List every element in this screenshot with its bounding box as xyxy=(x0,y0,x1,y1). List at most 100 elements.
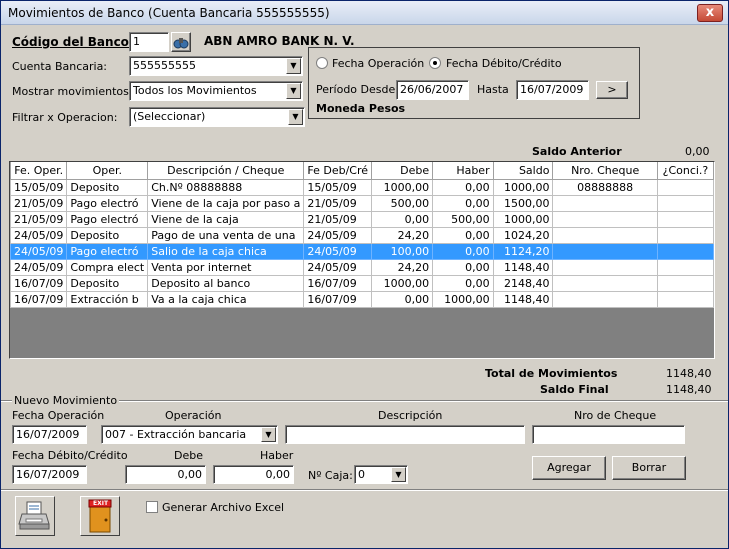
total-movimientos-value: 1148,40 xyxy=(666,367,712,380)
table-cell: 1000,00 xyxy=(492,210,554,228)
column-header[interactable]: Oper. xyxy=(66,162,149,180)
hasta-input[interactable]: 16/07/2009 xyxy=(516,80,589,100)
debe-label: Debe xyxy=(174,449,203,462)
cuenta-select[interactable]: 555555555 ▼ xyxy=(129,56,303,76)
column-header[interactable]: Saldo xyxy=(492,162,554,180)
mostrar-value: Todos los Movimientos xyxy=(133,84,257,97)
table-cell: 0,00 xyxy=(432,194,494,212)
table-cell: 24,20 xyxy=(371,226,434,244)
agregar-button[interactable]: Agregar xyxy=(532,456,606,480)
cuenta-label: Cuenta Bancaria: xyxy=(12,60,108,73)
table-cell: 24/05/09 xyxy=(303,242,373,260)
fecha-deb-input[interactable]: 16/07/2009 xyxy=(12,465,87,484)
descripcion-input[interactable] xyxy=(285,425,525,444)
table-row[interactable]: 21/05/09 Pago electró Viene de la caja por… xyxy=(10,194,714,212)
mostrar-label: Mostrar movimientos: xyxy=(12,85,133,98)
table-row[interactable]: 15/05/09 Deposito Ch.Nº 08888888 15/05/09 10… xyxy=(10,178,714,196)
column-header[interactable]: Fe. Oper. xyxy=(10,162,68,180)
column-header[interactable]: Haber xyxy=(432,162,494,180)
table-row[interactable]: 21/05/09 Pago electró Viene de la caja 21/0… xyxy=(10,210,714,228)
nro-cheque-input[interactable] xyxy=(532,425,685,444)
print-button[interactable] xyxy=(15,496,55,536)
table-row[interactable]: 24/05/09 Pago electró Salio de la caja chi… xyxy=(10,242,714,260)
table-cell: Venta por internet xyxy=(147,258,305,276)
table-row[interactable]: 16/07/09 Deposito Deposito al banco 16/07/0… xyxy=(10,274,714,292)
saldo-anterior-value: 0,00 xyxy=(685,145,710,158)
movimientos-grid: Fe. Oper. Oper. Descripción / Cheque Fe Deb… xyxy=(10,162,714,308)
main-window: Movimientos de Banco (Cuenta Bancaria 55… xyxy=(0,0,729,549)
table-cell: 1024,20 xyxy=(492,226,554,244)
radio-fecha-debito[interactable] xyxy=(429,57,441,69)
table-cell: 1000,00 xyxy=(432,290,494,308)
printer-icon xyxy=(18,501,50,530)
radio-fecha-operacion[interactable] xyxy=(316,57,328,69)
table-cell: Ch.Nº 08888888 xyxy=(147,178,305,196)
binoculars-icon xyxy=(173,38,189,49)
periodo-desde-input[interactable]: 26/06/2007 xyxy=(396,80,469,100)
chevron-down-icon: ▼ xyxy=(286,83,301,99)
table-row[interactable]: 16/07/09 Extracción b Va a la caja chica 16… xyxy=(10,290,714,308)
table-cell: 0,00 xyxy=(432,274,494,292)
exit-button[interactable]: EXIT xyxy=(80,496,120,536)
fecha-op-input[interactable]: 16/07/2009 xyxy=(12,425,87,444)
table-cell: Pago de una venta de una xyxy=(147,226,305,244)
column-header[interactable]: ¿Conci.? xyxy=(656,162,714,180)
table-cell: 24/05/09 xyxy=(10,242,68,260)
table-cell: Deposito al banco xyxy=(147,274,305,292)
filtrar-value: (Seleccionar) xyxy=(133,110,206,123)
borrar-button[interactable]: Borrar xyxy=(612,456,686,480)
table-cell xyxy=(656,210,714,228)
table-cell: 24/05/09 xyxy=(303,226,373,244)
haber-input[interactable]: 0,00 xyxy=(213,465,294,484)
table-cell xyxy=(552,290,658,308)
descripcion-label: Descripción xyxy=(378,409,443,422)
codigo-banco-input[interactable]: 1 xyxy=(129,32,169,52)
chevron-down-icon: ▼ xyxy=(261,427,276,442)
title-bar: Movimientos de Banco (Cuenta Bancaria 55… xyxy=(1,1,728,25)
table-cell: Viene de la caja por paso a xyxy=(147,194,305,212)
table-cell: 500,00 xyxy=(371,194,434,212)
table-cell: 16/07/09 xyxy=(303,290,373,308)
table-cell: Deposito xyxy=(66,178,149,196)
table-cell: Pago electró xyxy=(66,194,149,212)
table-cell: Deposito xyxy=(66,274,149,292)
caja-select[interactable]: 0 ▼ xyxy=(354,465,408,484)
hasta-label: Hasta xyxy=(477,83,509,96)
nro-cheque-label: Nro de Cheque xyxy=(574,409,657,422)
close-button[interactable]: x xyxy=(697,4,723,22)
table-cell: 0,00 xyxy=(432,258,494,276)
operacion-value: 007 - Extracción bancaria xyxy=(105,428,247,441)
mostrar-select[interactable]: Todos los Movimientos ▼ xyxy=(129,81,303,101)
table-cell: 24/05/09 xyxy=(10,226,68,244)
column-header[interactable]: Descripción / Cheque xyxy=(147,162,305,180)
table-cell: 16/07/09 xyxy=(10,274,68,292)
apply-period-button[interactable]: > xyxy=(596,81,628,99)
debe-input[interactable]: 0,00 xyxy=(125,465,206,484)
filtrar-select[interactable]: (Seleccionar) ▼ xyxy=(129,107,305,127)
excel-checkbox[interactable] xyxy=(146,501,158,513)
search-bank-button[interactable] xyxy=(171,32,191,52)
table-row[interactable]: 24/05/09 Compra elect Venta por internet 24… xyxy=(10,258,714,276)
chevron-down-icon: ▼ xyxy=(286,58,301,74)
codigo-banco-label: Código del Banco: xyxy=(12,35,134,49)
table-cell: Va a la caja chica xyxy=(147,290,305,308)
fecha-deb-label: Fecha Débito/Crédito xyxy=(12,449,128,462)
movimientos-table[interactable]: Fe. Oper. Oper. Descripción / Cheque Fe Deb… xyxy=(9,161,715,359)
operacion-select[interactable]: 007 - Extracción bancaria ▼ xyxy=(101,425,278,444)
table-row[interactable]: 24/05/09 Deposito Pago de una venta de una… xyxy=(10,226,714,244)
table-cell xyxy=(656,290,714,308)
table-cell: 1000,00 xyxy=(492,178,554,196)
table-cell: Viene de la caja xyxy=(147,210,305,228)
table-cell: 21/05/09 xyxy=(303,194,373,212)
table-header: Fe. Oper. Oper. Descripción / Cheque Fe Deb… xyxy=(10,162,714,180)
table-cell: 1000,00 xyxy=(371,178,434,196)
total-movimientos-label: Total de Movimientos xyxy=(485,367,618,380)
column-header[interactable]: Debe xyxy=(371,162,434,180)
operacion-label: Operación xyxy=(165,409,222,422)
table-cell: 24/05/09 xyxy=(303,258,373,276)
column-header[interactable]: Fe Deb/Cré xyxy=(303,162,373,180)
column-header[interactable]: Nro. Cheque xyxy=(552,162,658,180)
table-cell: Compra elect xyxy=(66,258,149,276)
table-cell: 21/05/09 xyxy=(303,210,373,228)
table-cell: 100,00 xyxy=(371,242,434,260)
